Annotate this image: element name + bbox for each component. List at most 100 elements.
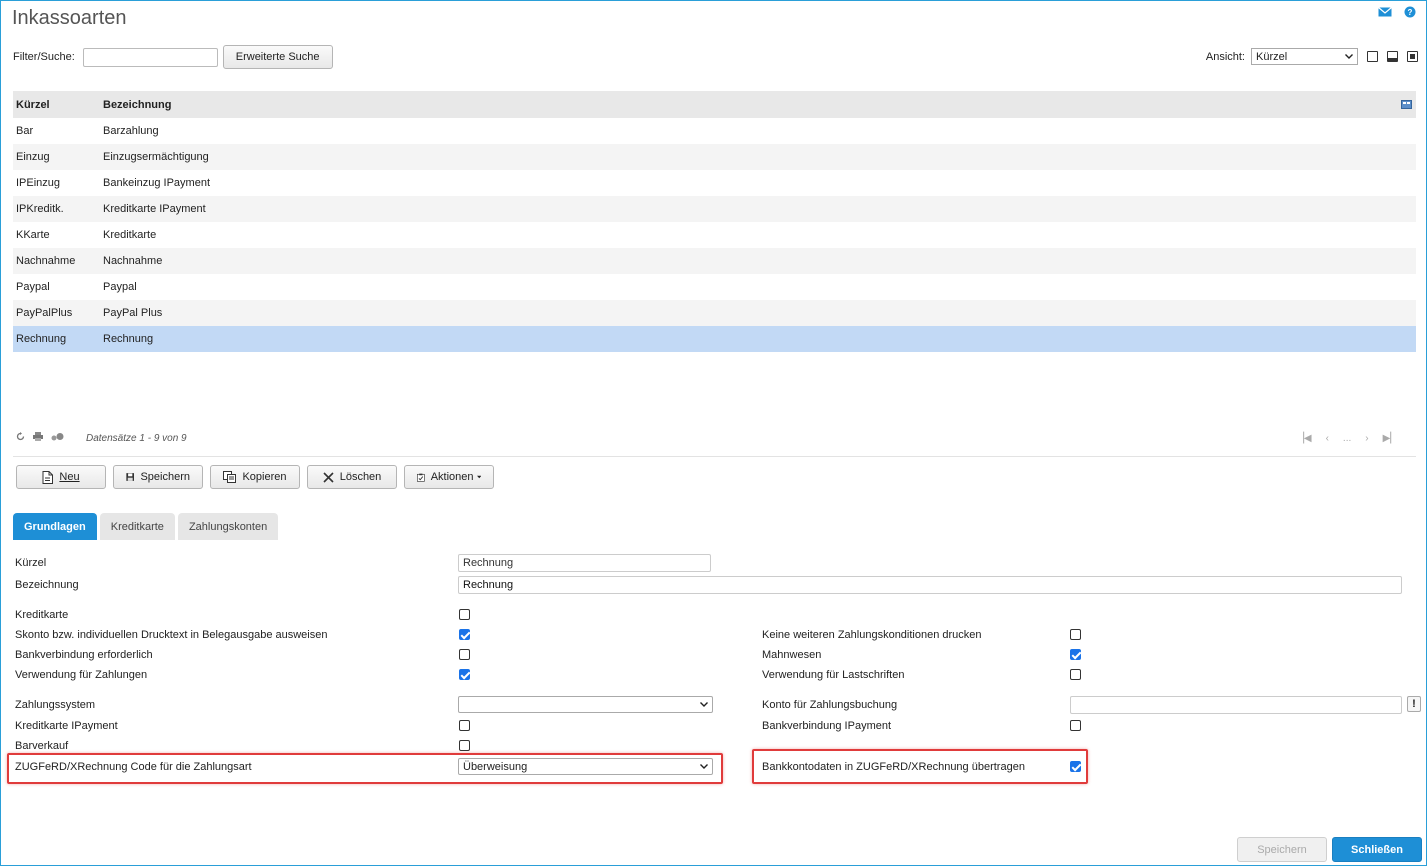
table-row[interactable]: Bar Barzahlung [13, 118, 1416, 144]
layout-detail-icon[interactable] [1407, 51, 1418, 62]
cell-kuerzel: PayPalPlus [16, 307, 73, 319]
chevron-down-icon [1345, 54, 1353, 59]
column-header-bezeichnung[interactable]: Bezeichnung [103, 99, 1416, 111]
save-disk-icon [126, 473, 135, 481]
new-button[interactable]: Neu [16, 465, 106, 489]
last-page-icon[interactable]: ▶▏ [1383, 433, 1398, 444]
tab-kreditkarte[interactable]: Kreditkarte [99, 513, 175, 540]
view-bar: Ansicht: Kürzel [1206, 48, 1418, 65]
table-row[interactable]: Nachnahme Nachnahme [13, 248, 1416, 274]
zahlungssystem-select[interactable] [458, 696, 713, 713]
save-toolbar-label: Speichern [140, 471, 190, 483]
delete-button[interactable]: Löschen [307, 465, 397, 489]
next-page-icon[interactable]: › [1365, 433, 1368, 444]
copy-icon [223, 471, 237, 483]
konto-info-button[interactable]: ! [1407, 696, 1421, 712]
mail-icon[interactable] [1378, 7, 1392, 17]
view-select-value: Kürzel [1256, 50, 1288, 63]
top-icons: ? [1378, 6, 1416, 18]
bankverbindung-ipayment-label: Bankverbindung IPayment [762, 720, 892, 732]
app-window: Inkassoarten ? Filter/Suche: Erweiterte … [0, 0, 1427, 866]
actions-dropdown-button[interactable]: Aktionen [404, 465, 494, 489]
print-icon[interactable] [33, 432, 43, 444]
zugferd-code-value: Überweisung [463, 760, 528, 773]
prev-page-icon[interactable]: ‹ [1326, 433, 1329, 444]
zahlungssystem-label: Zahlungssystem [15, 699, 96, 711]
cell-bezeichnung: Einzugsermächtigung [103, 151, 209, 163]
data-grid: Kürzel Bezeichnung Bar Barzahlung Einzug Ei… [13, 91, 1416, 352]
cell-kuerzel: IPKreditk. [16, 203, 64, 215]
view-select[interactable]: Kürzel [1251, 48, 1358, 65]
cell-bezeichnung: Barzahlung [103, 125, 159, 137]
bezeichnung-field[interactable]: Rechnung [458, 576, 1402, 594]
actions-button-label: Aktionen [430, 471, 474, 483]
skonto-checkbox[interactable] [459, 629, 470, 640]
layout-split-icon[interactable] [1387, 51, 1398, 62]
save-toolbar-button[interactable]: Speichern [113, 465, 203, 489]
help-icon[interactable]: ? [1404, 6, 1416, 18]
table-row[interactable]: Rechnung Rechnung [13, 326, 1416, 352]
cell-kuerzel: Paypal [16, 281, 50, 293]
zugferd-code-select[interactable]: Überweisung [458, 758, 713, 775]
chevron-down-icon [700, 702, 708, 707]
column-chooser-icon[interactable] [1401, 100, 1412, 112]
cell-bezeichnung: Bankeinzug IPayment [103, 177, 211, 189]
layout-single-icon[interactable] [1367, 51, 1378, 62]
table-row[interactable]: KKarte Kreditkarte [13, 222, 1416, 248]
clipboard-icon [417, 473, 425, 482]
keine-weiteren-checkbox[interactable] [1070, 629, 1081, 640]
filter-bar: Filter/Suche: Erweiterte Suche [13, 45, 333, 69]
kuerzel-field[interactable]: Rechnung [458, 554, 711, 572]
close-button[interactable]: Schließen [1332, 837, 1422, 862]
bankverbindung-label: Bankverbindung erforderlich [15, 649, 153, 661]
keine-weiteren-label: Keine weiteren Zahlungskonditionen druck… [762, 629, 982, 641]
grid-body: Bar Barzahlung Einzug Einzugsermächtigung IP… [13, 118, 1416, 352]
cell-bezeichnung: Kreditkarte [103, 229, 157, 241]
table-row[interactable]: IPKreditk. Kreditkarte IPayment [13, 196, 1416, 222]
verwendung-lastschriften-label: Verwendung für Lastschriften [762, 669, 905, 681]
table-row[interactable]: IPEinzug Bankeinzug IPayment [13, 170, 1416, 196]
advanced-search-button[interactable]: Erweiterte Suche [222, 45, 333, 69]
copy-button[interactable]: Kopieren [210, 465, 300, 489]
page-title: Inkassoarten [12, 7, 127, 29]
cell-bezeichnung: PayPal Plus [103, 307, 163, 319]
table-row[interactable]: PayPalPlus PayPal Plus [13, 300, 1416, 326]
column-header-kuerzel[interactable]: Kürzel [13, 99, 103, 111]
skonto-label: Skonto bzw. individuellen Drucktext in B… [15, 629, 328, 641]
tab-grundlagen[interactable]: Grundlagen [13, 513, 97, 540]
table-row[interactable]: Paypal Paypal [13, 274, 1416, 300]
konto-label: Konto für Zahlungsbuchung [762, 699, 898, 711]
bankkontodaten-label: Bankkontodaten in ZUGFeRD/XRechnung über… [762, 761, 1025, 773]
verwendung-lastschriften-checkbox[interactable] [1070, 669, 1081, 680]
copy-button-label: Kopieren [242, 471, 287, 483]
bankverbindung-ipayment-checkbox[interactable] [1070, 720, 1081, 731]
toggle-icon[interactable] [51, 432, 64, 444]
grid-header: Kürzel Bezeichnung [13, 91, 1416, 118]
records-count: Datensätze 1 - 9 von 9 [86, 432, 187, 444]
cell-bezeichnung: Nachnahme [103, 255, 163, 267]
bankkontodaten-checkbox[interactable] [1070, 761, 1081, 772]
mahnwesen-checkbox[interactable] [1070, 649, 1081, 660]
zugferd-code-label: ZUGFeRD/XRechnung Code für die Zahlungsa… [15, 761, 252, 773]
refresh-icon[interactable] [16, 432, 25, 444]
new-button-label: Neu [59, 471, 80, 483]
cell-bezeichnung: Rechnung [103, 333, 154, 345]
kreditkarte-ipayment-checkbox[interactable] [459, 720, 470, 731]
cell-bezeichnung: Kreditkarte IPayment [103, 203, 206, 215]
tab-zahlungskonten[interactable]: Zahlungskonten [177, 513, 279, 540]
save-button[interactable]: Speichern [1237, 837, 1327, 862]
mahnwesen-label: Mahnwesen [762, 649, 822, 661]
filter-label: Filter/Suche: [13, 51, 75, 63]
konto-field[interactable] [1070, 696, 1402, 714]
kreditkarte-checkbox[interactable] [459, 609, 470, 620]
divider [13, 456, 1416, 457]
caret-down-icon [476, 475, 481, 479]
barverkauf-checkbox[interactable] [459, 740, 470, 751]
verwendung-zahlungen-checkbox[interactable] [459, 669, 470, 680]
filter-search-input[interactable] [82, 47, 218, 67]
kuerzel-label: Kürzel [15, 557, 47, 569]
cell-kuerzel: Einzug [16, 151, 50, 163]
bankverbindung-checkbox[interactable] [459, 649, 470, 660]
table-row[interactable]: Einzug Einzugsermächtigung [13, 144, 1416, 170]
first-page-icon[interactable]: ▕◀ [1296, 433, 1311, 444]
